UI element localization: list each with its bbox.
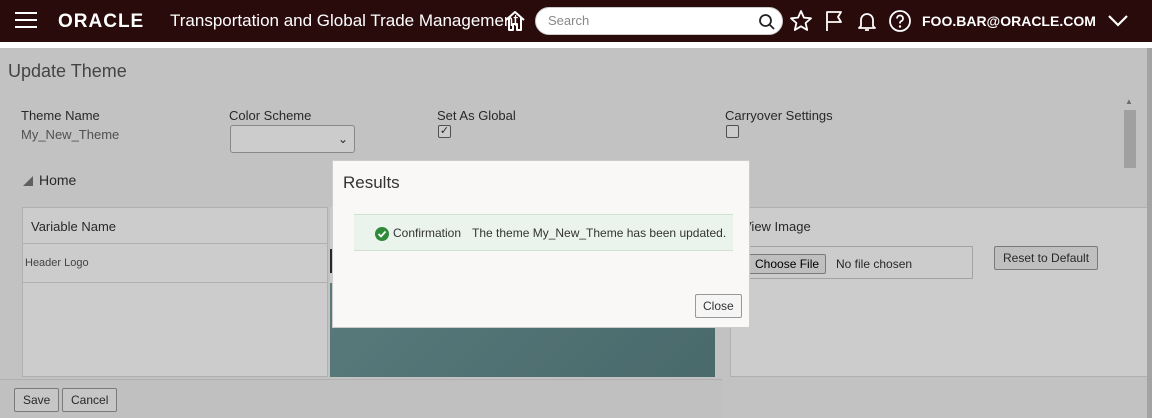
confirmation-label: Confirmation xyxy=(393,226,462,240)
close-button[interactable]: Close xyxy=(695,294,742,318)
search-box xyxy=(535,7,783,35)
top-navigation-bar: ORACLE Transportation and Global Trade M… xyxy=(0,0,1152,42)
check-circle-icon xyxy=(375,227,389,241)
oracle-logo: ORACLE xyxy=(58,11,145,32)
results-dialog: Results Confirmation The theme My_New_Th… xyxy=(332,160,750,328)
menu-icon[interactable] xyxy=(15,12,37,30)
flag-icon[interactable] xyxy=(822,9,846,33)
user-menu[interactable]: FOO.BAR@ORACLE.COM xyxy=(922,13,1096,29)
bell-icon[interactable] xyxy=(855,9,879,33)
confirmation-message: Confirmation The theme My_New_Theme has … xyxy=(354,214,733,251)
chevron-down-icon[interactable] xyxy=(1106,12,1130,30)
star-icon[interactable] xyxy=(789,9,813,33)
confirmation-text: The theme My_New_Theme has been updated. xyxy=(472,226,727,240)
help-icon[interactable] xyxy=(888,9,912,33)
home-icon[interactable] xyxy=(503,9,527,33)
app-title: Transportation and Global Trade Manageme… xyxy=(170,11,519,30)
dialog-title: Results xyxy=(343,173,400,192)
search-icon[interactable] xyxy=(758,13,776,31)
search-input[interactable] xyxy=(548,13,748,28)
